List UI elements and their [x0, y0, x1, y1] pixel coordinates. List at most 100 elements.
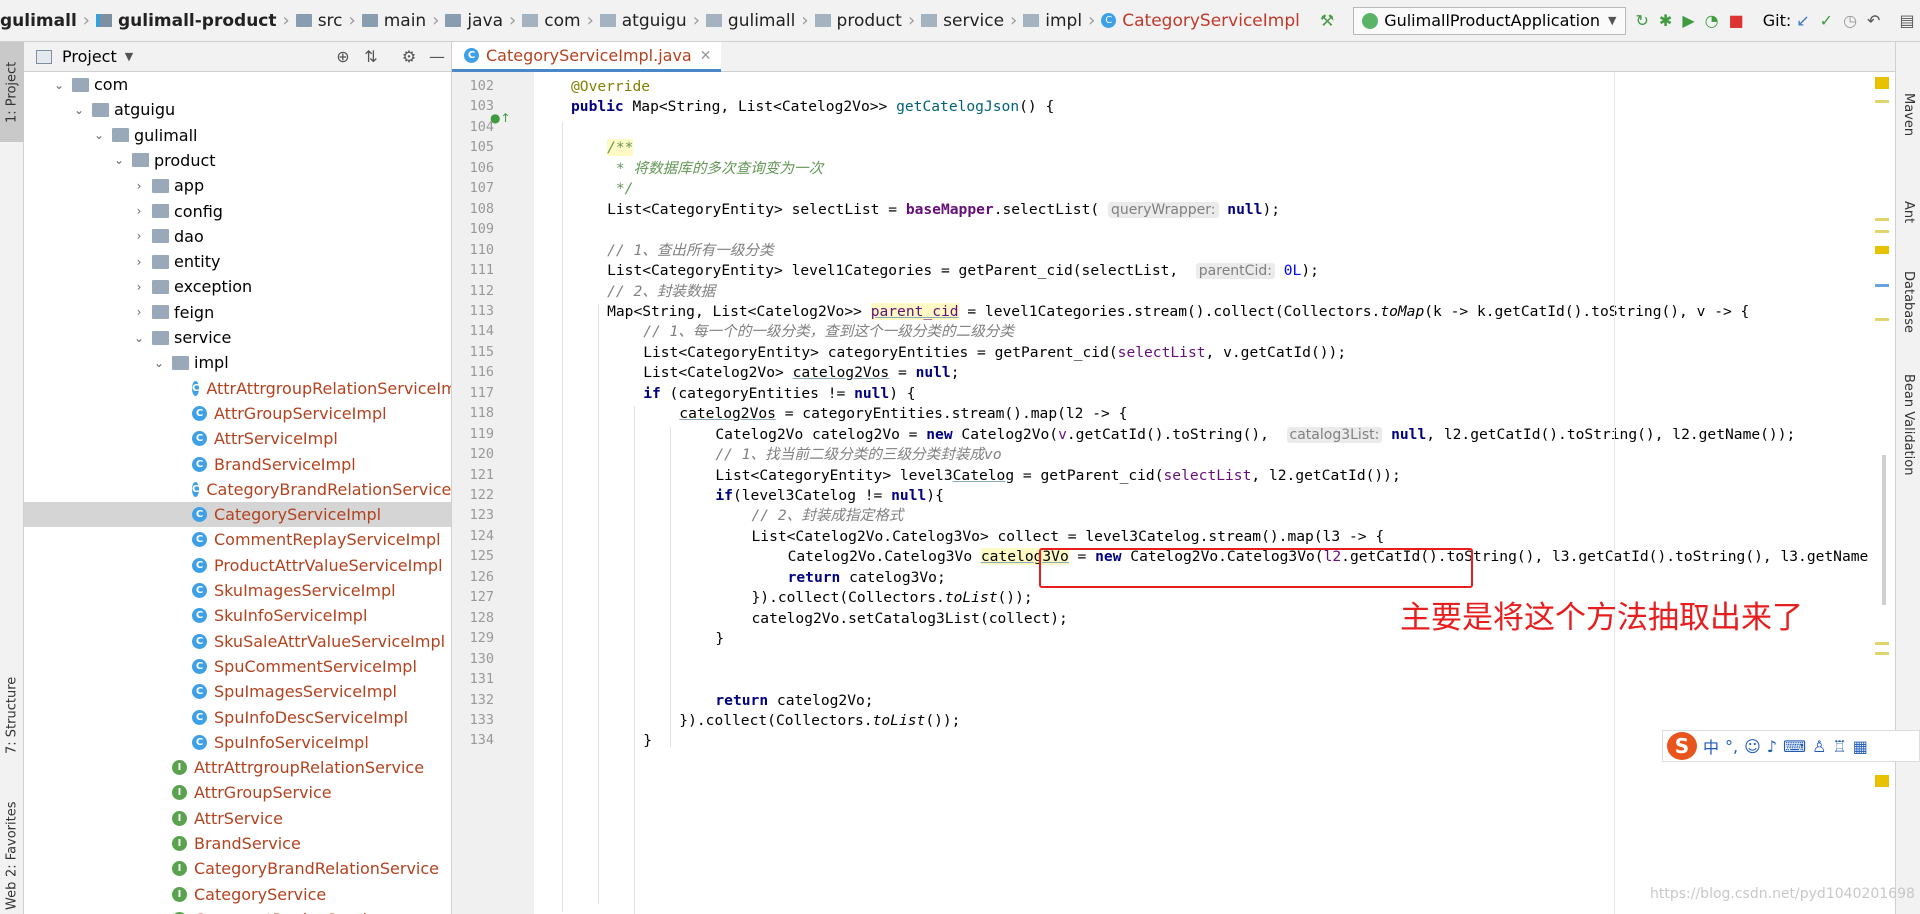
run-with-coverage-icon[interactable]: ▶ [1682, 10, 1694, 32]
tree-item[interactable]: ⌄ product [24, 148, 451, 173]
tree-item[interactable]: I BrandService [24, 831, 451, 856]
breadcrumb-item[interactable]: product [814, 11, 902, 31]
chevron-down-icon[interactable]: ⌄ [152, 356, 166, 370]
git-update-icon[interactable]: ↙ [1796, 10, 1809, 32]
chevron-right-icon[interactable]: › [132, 204, 146, 218]
chevron-down-icon[interactable]: ⌄ [72, 103, 86, 117]
user-icon[interactable]: ♙ [1812, 737, 1826, 756]
breadcrumb-item[interactable]: atguigu [599, 11, 687, 31]
project-structure-icon[interactable]: ▤ [1899, 10, 1914, 32]
tree-item[interactable]: C SpuImagesServiceImpl [24, 679, 451, 704]
tree-item[interactable]: ⌄ impl [24, 350, 451, 375]
tree-item[interactable]: I CategoryBrandRelationService [24, 856, 451, 881]
chevron-right-icon[interactable]: › [132, 255, 146, 269]
breadcrumb-item[interactable]: gulimall [705, 11, 795, 31]
breadcrumb-item[interactable]: service [921, 11, 1004, 31]
tree-item[interactable]: ICommentReplayService [24, 907, 451, 914]
breadcrumb-item[interactable]: gulimall [0, 11, 77, 31]
build-hammer-icon[interactable]: ⚒ [1320, 10, 1334, 32]
tree-item[interactable]: ⌄ atguigu [24, 97, 451, 122]
tree-item[interactable]: C AttrAttrgroupRelationServiceImpl [24, 376, 451, 401]
chevron-down-icon[interactable]: ⌄ [52, 78, 66, 92]
tree-item[interactable]: › exception [24, 274, 451, 299]
tree-item[interactable]: C SkuInfoServiceImpl [24, 603, 451, 628]
breadcrumb-item[interactable]: src [295, 11, 343, 31]
tree-item[interactable]: › config [24, 199, 451, 224]
git-history-icon[interactable]: ◷ [1843, 10, 1857, 32]
emoji-icon[interactable]: ☺ [1744, 737, 1761, 756]
tab-bean-validation[interactable]: Bean Validation [1896, 360, 1920, 490]
tree-item[interactable]: C SpuInfoServiceImpl [24, 730, 451, 755]
tree-item[interactable]: › app [24, 173, 451, 198]
chevron-down-icon[interactable]: ▼ [125, 50, 133, 63]
breadcrumb-item[interactable]: impl [1023, 11, 1082, 31]
tab-maven[interactable]: Maven [1896, 70, 1920, 160]
tree-item[interactable]: C CommentReplayServiceImpl [24, 527, 451, 552]
git-rollback-icon[interactable]: ↶ [1867, 10, 1880, 32]
tree-item[interactable]: I AttrGroupService [24, 780, 451, 805]
breadcrumb-item[interactable]: com [522, 11, 581, 31]
code-line[interactable]: }).collect(Collectors.toList()); [679, 708, 960, 733]
tab-project[interactable]: 1: Project [0, 42, 24, 142]
tree-item[interactable]: C SkuImagesServiceImpl [24, 578, 451, 603]
chevron-right-icon[interactable]: › [132, 280, 146, 294]
code-line[interactable]: catelog2Vo.setCatalog3List(collect); [752, 606, 1068, 631]
tree-item[interactable]: › feign [24, 300, 451, 325]
rerun-icon[interactable]: ↻ [1636, 10, 1649, 32]
code-line[interactable]: } [715, 626, 724, 651]
tab-database[interactable]: Database [1896, 252, 1920, 352]
tree-item[interactable]: ⌄ com [24, 72, 451, 97]
gear-icon[interactable]: ⚙ [395, 47, 423, 66]
run-configuration-select[interactable]: GulimallProductApplication ▼ [1353, 6, 1626, 35]
debug-icon[interactable]: ✱ [1659, 10, 1672, 32]
tree-item[interactable]: C CategoryServiceImpl [24, 502, 451, 528]
close-icon[interactable]: ✕ [700, 48, 712, 64]
tree-item[interactable]: C SpuInfoDescServiceImpl [24, 705, 451, 730]
ime-punct[interactable]: °, [1725, 737, 1738, 756]
chevron-down-icon[interactable]: ⌄ [132, 331, 146, 345]
chevron-right-icon[interactable]: › [132, 229, 146, 243]
git-commit-icon[interactable]: ✓ [1820, 10, 1833, 32]
tree-item[interactable]: I AttrService [24, 806, 451, 831]
grid-icon[interactable]: ▦ [1853, 737, 1868, 756]
tab-favorites[interactable]: 2: Favorites [0, 794, 24, 884]
profile-icon[interactable]: ◔ [1705, 10, 1719, 32]
chevron-right-icon[interactable]: › [132, 179, 146, 193]
keyboard-icon[interactable]: ⌨ [1783, 737, 1806, 756]
code-line[interactable]: public Map<String, List<Catelog2Vo>> get… [571, 94, 1054, 119]
tree-item[interactable]: › dao [24, 224, 451, 249]
tree-item[interactable]: C CategoryBrandRelationServiceImpl [24, 477, 451, 502]
locate-icon[interactable]: ⊕ [329, 47, 357, 66]
sogou-logo-icon[interactable]: S [1667, 732, 1697, 760]
breadcrumb-item[interactable]: C CategoryServiceImpl [1101, 11, 1300, 31]
tree-item[interactable]: › entity [24, 249, 451, 274]
code-line[interactable]: List<CategoryEntity> selectList = baseMa… [607, 197, 1280, 222]
tree-item[interactable]: C AttrGroupServiceImpl [24, 401, 451, 426]
breadcrumb-item[interactable]: main [361, 11, 426, 31]
tab-ant[interactable]: Ant [1896, 182, 1920, 242]
tree-item[interactable]: ⌄ service [24, 325, 451, 350]
tree-item[interactable]: C AttrServiceImpl [24, 426, 451, 451]
tree-item[interactable]: C SpuCommentServiceImpl [24, 654, 451, 679]
tree-item[interactable]: I AttrAttrgroupRelationService [24, 755, 451, 780]
chevron-down-icon[interactable]: ⌄ [112, 153, 126, 167]
minimize-icon[interactable]: — [423, 47, 451, 66]
project-panel-title[interactable]: Project [62, 47, 117, 66]
tab-category-service-impl[interactable]: C CategoryServiceImpl.java ✕ [452, 42, 722, 72]
chevron-down-icon[interactable]: ⌄ [92, 128, 106, 142]
collapse-all-icon[interactable]: ⇅ [357, 47, 385, 66]
tree-item[interactable]: ⌄ gulimall [24, 123, 451, 148]
skin-icon[interactable]: ♖ [1832, 737, 1846, 756]
tree-item[interactable]: C SkuSaleAttrValueServiceImpl [24, 629, 451, 654]
code-editor[interactable]: @Override public Map<String, List<Catelog… [534, 72, 1895, 914]
tree-item[interactable]: C ProductAttrValueServiceImpl [24, 553, 451, 578]
microphone-icon[interactable]: ♪ [1767, 737, 1777, 756]
tab-structure[interactable]: 7: Structure [0, 640, 24, 790]
tree-item[interactable]: I CategoryService [24, 882, 451, 907]
code-line[interactable]: * 将数据库的多次查询变为一次 [607, 156, 823, 181]
ime-mode[interactable]: 中 [1703, 734, 1719, 758]
tab-web[interactable]: Web [0, 878, 24, 914]
code-line[interactable]: } [643, 728, 652, 753]
stop-icon[interactable]: ■ [1729, 10, 1744, 32]
tree-item[interactable]: C BrandServiceImpl [24, 452, 451, 477]
